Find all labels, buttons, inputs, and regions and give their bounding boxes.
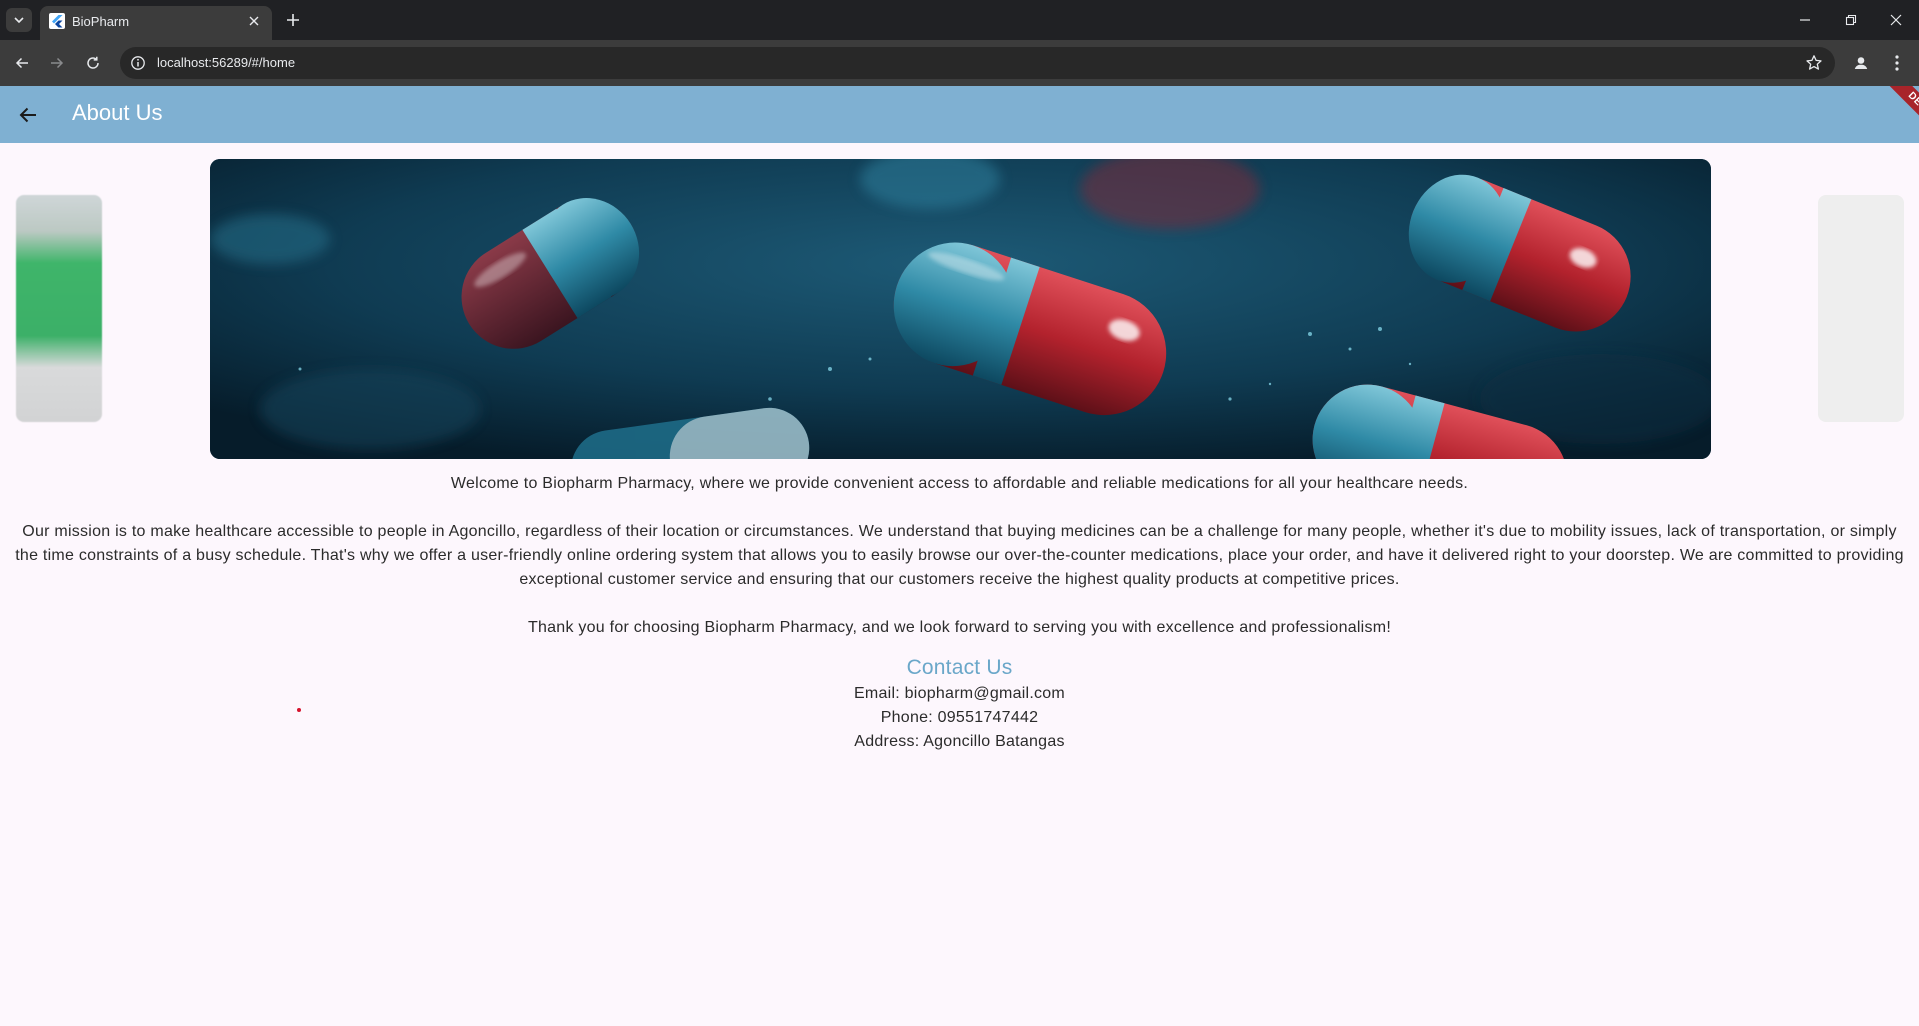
close-window-button[interactable] [1886, 10, 1906, 30]
person-icon[interactable] [1850, 52, 1872, 74]
flutter-logo-icon [49, 13, 65, 29]
minimize-icon [1800, 19, 1810, 21]
close-icon [249, 16, 259, 26]
hero-image[interactable] [210, 159, 1711, 459]
minimize-button[interactable] [1795, 10, 1815, 30]
thanks-text: Thank you for choosing Biopharm Pharmacy… [527, 619, 1392, 636]
mission-text: Our mission is to make healthcare access… [15, 523, 1904, 588]
reload-button[interactable] [82, 52, 104, 74]
back-button[interactable] [14, 101, 42, 129]
close-icon [1890, 14, 1902, 26]
arrow-left-icon [15, 57, 28, 69]
browser-toolbar: localhost:56289/#/home [0, 40, 1919, 86]
cursor-marker [297, 708, 301, 712]
chevron-down-icon [14, 17, 24, 24]
browser-back-button[interactable] [11, 52, 33, 74]
contact-address: Address: Agoncillo Batangas [854, 733, 1065, 750]
reload-icon [87, 56, 99, 69]
restore-icon [1845, 14, 1857, 26]
new-tab-button[interactable] [282, 9, 304, 31]
browser-forward-button[interactable] [46, 52, 68, 74]
about-content: Welcome to Biopharm Pharmacy, where we p… [12, 472, 1907, 754]
plus-icon [287, 14, 299, 26]
tab-title: BioPharm [72, 14, 130, 29]
capsules-image [210, 159, 1711, 459]
arrow-left-icon [19, 107, 36, 123]
contact-heading: Contact Us [906, 656, 1013, 679]
app-bar: About Us DEBUG [0, 86, 1919, 143]
carousel-item-previous[interactable] [16, 195, 102, 422]
browser-tab-strip: BioPharm [0, 0, 1919, 40]
url-text[interactable]: localhost:56289/#/home [157, 55, 295, 70]
tab-search-button[interactable] [6, 8, 32, 32]
page-title: About Us [72, 100, 163, 125]
debug-banner: DEBUG [1878, 86, 1919, 143]
contact-email: Email: biopharm@gmail.com [854, 685, 1065, 702]
restore-button[interactable] [1841, 10, 1861, 30]
carousel-item-next[interactable] [1818, 195, 1904, 422]
star-icon[interactable] [1805, 54, 1823, 72]
tab-close-button[interactable] [246, 13, 262, 29]
welcome-text: Welcome to Biopharm Pharmacy, where we p… [450, 475, 1469, 492]
info-icon[interactable] [130, 55, 146, 71]
browser-tab[interactable]: BioPharm [40, 6, 272, 40]
kebab-icon[interactable] [1888, 52, 1906, 74]
address-bar[interactable]: localhost:56289/#/home [120, 47, 1835, 79]
arrow-right-icon [51, 57, 64, 69]
